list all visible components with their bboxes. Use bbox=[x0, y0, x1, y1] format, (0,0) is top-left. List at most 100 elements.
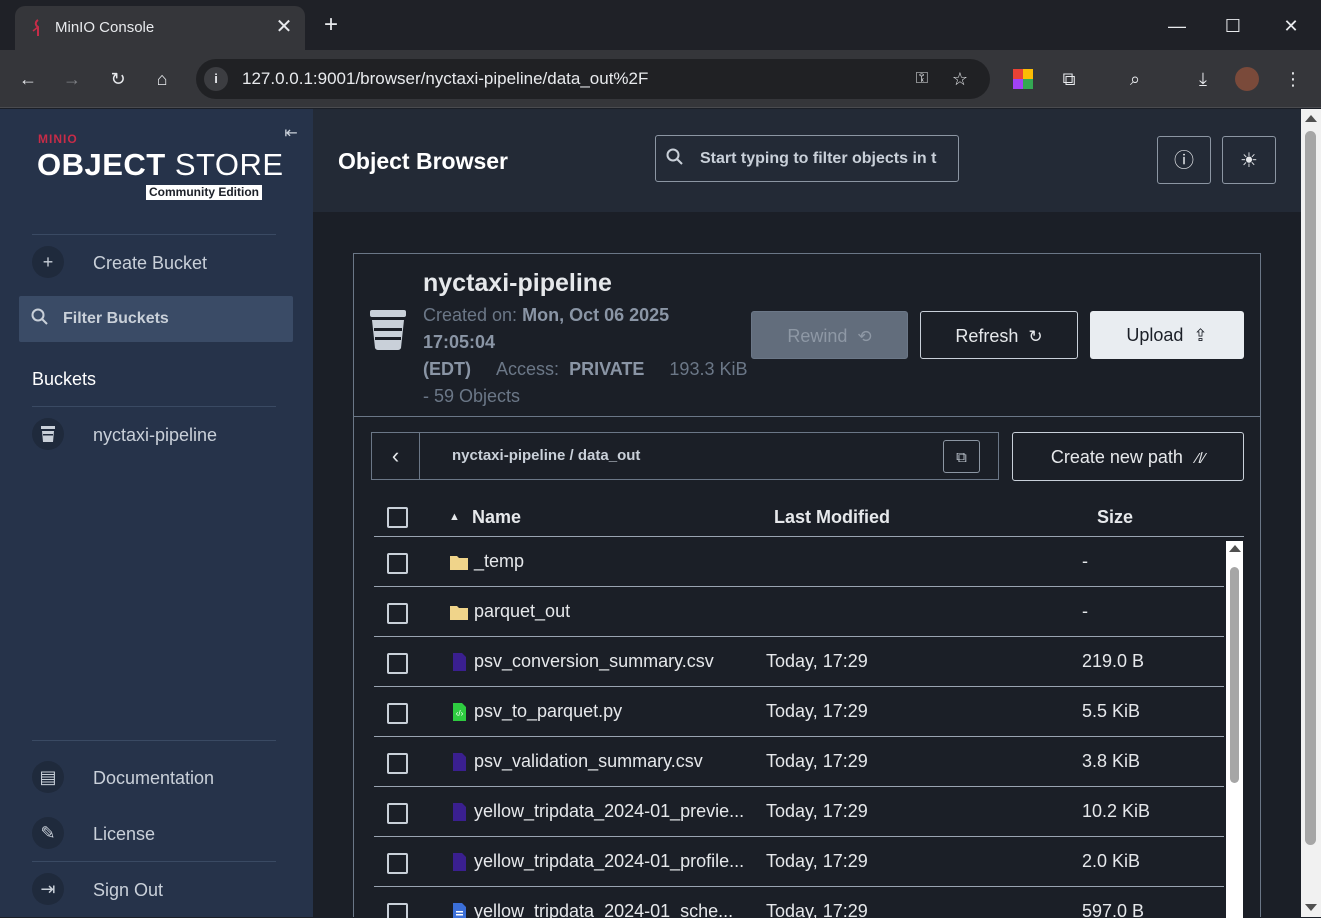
create-bucket-button[interactable]: + Create Bucket bbox=[32, 246, 292, 282]
bucket-title: nyctaxi-pipeline bbox=[423, 269, 612, 297]
history-icon: ⟲ bbox=[857, 327, 872, 346]
address-url[interactable]: 127.0.0.1:9001/browser/nyctaxi-pipeline/… bbox=[242, 69, 648, 89]
documentation-link[interactable]: ▤ Documentation bbox=[32, 761, 292, 797]
column-last-modified[interactable]: Last Modified bbox=[774, 507, 890, 528]
color-extension-icon[interactable] bbox=[1008, 64, 1038, 94]
column-size[interactable]: Size bbox=[1097, 507, 1133, 528]
table-row[interactable]: yellow_tripdata_2024-01_profile... Today,… bbox=[374, 837, 1224, 887]
breadcrumb-bucket[interactable]: nyctaxi-pipeline bbox=[452, 447, 565, 464]
sort-ascending-icon[interactable]: ▲ bbox=[449, 511, 460, 523]
row-checkbox[interactable] bbox=[387, 803, 408, 824]
rewind-label: Rewind bbox=[787, 326, 848, 346]
scrollbar-thumb[interactable] bbox=[1230, 567, 1239, 783]
table-row[interactable]: parquet_out - bbox=[374, 587, 1224, 637]
access-value: PRIVATE bbox=[569, 359, 645, 379]
object-size: 597.0 B bbox=[1082, 901, 1145, 918]
maximize-icon[interactable]: ☐ bbox=[1219, 12, 1247, 40]
scroll-up-icon[interactable] bbox=[1305, 115, 1317, 122]
back-icon[interactable]: ← bbox=[13, 64, 43, 94]
object-search-field[interactable] bbox=[655, 135, 959, 182]
table-row[interactable]: _temp - bbox=[374, 537, 1224, 587]
object-name[interactable]: parquet_out bbox=[474, 601, 570, 622]
table-row[interactable]: yellow_tripdata_2024-01_previe... Today, … bbox=[374, 787, 1224, 837]
refresh-icon: ↻ bbox=[1028, 327, 1043, 346]
csv-file-icon bbox=[449, 853, 469, 871]
object-size: 2.0 KiB bbox=[1082, 851, 1141, 871]
home-icon[interactable]: ⌂ bbox=[147, 64, 177, 94]
object-name[interactable]: psv_validation_summary.csv bbox=[474, 751, 703, 772]
object-size: 5.5 KiB bbox=[1082, 701, 1141, 721]
tab-close-icon[interactable]: ✕ bbox=[273, 16, 295, 38]
object-name[interactable]: yellow_tripdata_2024-01_profile... bbox=[474, 851, 744, 872]
page-scrollbar[interactable] bbox=[1301, 109, 1321, 917]
license-label: License bbox=[93, 824, 156, 844]
new-tab-icon[interactable]: + bbox=[318, 12, 344, 38]
help-button[interactable]: ⓘ bbox=[1157, 136, 1211, 184]
object-name[interactable]: _temp bbox=[474, 551, 524, 572]
svg-text:‹/›: ‹/› bbox=[456, 709, 464, 718]
password-key-icon[interactable]: ⚿ bbox=[910, 67, 934, 91]
divider bbox=[32, 740, 276, 741]
breadcrumb-folder[interactable]: data_out bbox=[578, 447, 641, 464]
browser-tab-strip: MinIO Console ✕ + — ☐ ✕ bbox=[0, 0, 1321, 50]
rewind-button[interactable]: Rewind ⟲ bbox=[751, 311, 908, 359]
browser-menu-icon[interactable]: ⋮ bbox=[1278, 64, 1308, 94]
upload-button[interactable]: Upload ⇪ bbox=[1090, 311, 1244, 359]
create-new-path-button[interactable]: Create new path ⁄/⁄ bbox=[1012, 432, 1244, 481]
object-last-modified: Today, 17:29 bbox=[766, 701, 868, 721]
row-checkbox[interactable] bbox=[387, 853, 408, 874]
bucket-icon bbox=[32, 418, 64, 450]
table-row[interactable]: ‹/› psv_to_parquet.py Today, 17:29 5.5 KiB bbox=[374, 687, 1224, 737]
theme-toggle-button[interactable]: ☀ bbox=[1222, 136, 1276, 184]
created-label: Created on: bbox=[423, 305, 518, 325]
row-checkbox[interactable] bbox=[387, 603, 408, 624]
buckets-section-title: Buckets bbox=[32, 369, 97, 389]
scrollbar-thumb[interactable] bbox=[1305, 131, 1316, 845]
site-info-icon[interactable]: i bbox=[204, 67, 228, 91]
object-browser-panel: ‹ nyctaxi-pipeline / data_out ⧉ Create n… bbox=[353, 416, 1261, 918]
table-scrollbar[interactable] bbox=[1226, 541, 1243, 918]
sign-out-button[interactable]: ⇥ Sign Out bbox=[32, 873, 292, 909]
back-chevron-icon[interactable]: ‹ bbox=[372, 433, 420, 479]
object-size: - bbox=[1082, 551, 1088, 571]
object-name[interactable]: yellow_tripdata_2024-01_previe... bbox=[474, 801, 744, 822]
object-name[interactable]: psv_to_parquet.py bbox=[474, 701, 622, 722]
column-name[interactable]: Name bbox=[472, 507, 521, 528]
extensions-puzzle-icon[interactable]: ⧉ bbox=[1054, 64, 1084, 94]
reload-icon[interactable]: ↻ bbox=[103, 64, 133, 94]
object-name[interactable]: psv_conversion_summary.csv bbox=[474, 651, 714, 672]
downloads-icon[interactable]: ⤓ bbox=[1188, 64, 1218, 94]
license-link[interactable]: ✎ License bbox=[32, 817, 292, 853]
table-row[interactable]: psv_validation_summary.csv Today, 17:29 3.… bbox=[374, 737, 1224, 787]
row-checkbox[interactable] bbox=[387, 553, 408, 574]
object-name[interactable]: yellow_tripdata_2024-01_sche... bbox=[474, 901, 733, 918]
table-row[interactable]: yellow_tripdata_2024-01_sche... Today, 17… bbox=[374, 887, 1224, 918]
sidebar-item-bucket[interactable]: nyctaxi-pipeline bbox=[32, 418, 292, 454]
object-search-input[interactable] bbox=[700, 148, 946, 170]
breadcrumb-path: nyctaxi-pipeline / data_out bbox=[452, 447, 640, 464]
search-tabs-icon[interactable]: ⌕ bbox=[1120, 64, 1150, 94]
minimize-icon[interactable]: — bbox=[1163, 12, 1191, 40]
row-checkbox[interactable] bbox=[387, 903, 408, 918]
scroll-up-icon[interactable] bbox=[1229, 545, 1241, 552]
browser-tab[interactable]: MinIO Console ✕ bbox=[15, 6, 305, 50]
table-row[interactable]: psv_conversion_summary.csv Today, 17:29 21… bbox=[374, 637, 1224, 687]
row-checkbox[interactable] bbox=[387, 703, 408, 724]
main-header: Object Browser ⓘ ☀ bbox=[313, 109, 1301, 212]
scroll-down-icon[interactable] bbox=[1305, 904, 1317, 911]
forward-icon[interactable]: → bbox=[57, 64, 87, 94]
object-size: 10.2 KiB bbox=[1082, 801, 1151, 821]
collapse-sidebar-icon[interactable]: ⇤ bbox=[280, 123, 302, 145]
select-all-checkbox[interactable] bbox=[387, 507, 408, 528]
copy-path-button[interactable]: ⧉ bbox=[943, 440, 980, 473]
window-close-icon[interactable]: ✕ bbox=[1277, 12, 1305, 40]
profile-avatar[interactable] bbox=[1232, 64, 1262, 94]
refresh-button[interactable]: Refresh ↻ bbox=[920, 311, 1078, 359]
row-checkbox[interactable] bbox=[387, 753, 408, 774]
bookmark-star-icon[interactable]: ☆ bbox=[948, 67, 972, 91]
address-bar[interactable]: i 127.0.0.1:9001/browser/nyctaxi-pipelin… bbox=[196, 59, 990, 99]
row-checkbox[interactable] bbox=[387, 653, 408, 674]
timezone: (EDT) bbox=[423, 359, 471, 379]
filter-buckets-input[interactable]: Filter Buckets bbox=[19, 296, 293, 342]
object-list: _temp - parquet_out - psv_conversion_summary… bbox=[374, 537, 1224, 918]
